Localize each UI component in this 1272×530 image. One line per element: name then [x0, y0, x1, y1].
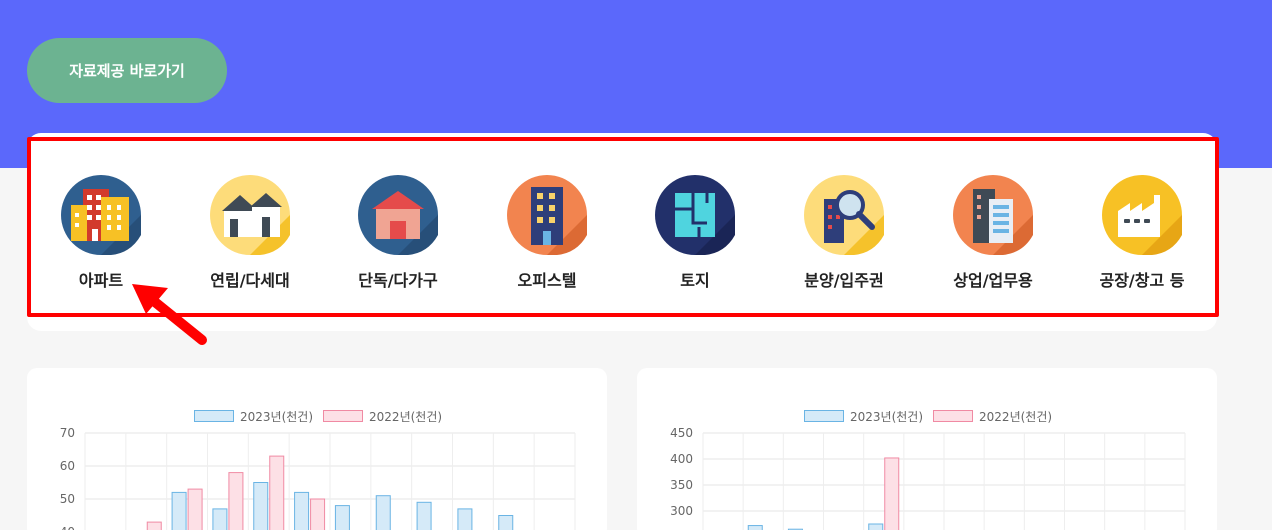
- bar-2022[interactable]: [228, 472, 244, 530]
- category-label: 공장/창고 등: [1099, 271, 1185, 290]
- chart-card-apartment: 70 60 50 40: [27, 368, 607, 530]
- row-house-icon: [210, 175, 290, 255]
- commercial-building-icon: [953, 175, 1033, 255]
- category-label: 상업/업무용: [953, 271, 1033, 290]
- category-label: 분양/입주권: [804, 271, 884, 290]
- category-label: 아파트: [78, 271, 124, 290]
- bar-2023[interactable]: [375, 495, 391, 530]
- y-tick-label: 350: [670, 478, 693, 492]
- pointer-arrow-icon: [132, 284, 207, 345]
- category-label: 토지: [680, 271, 710, 290]
- legend-item-2022[interactable]: 2022년(천건): [933, 408, 1052, 425]
- bar-2023[interactable]: [334, 505, 350, 530]
- bar-chart: 70 60 50 40: [60, 426, 576, 530]
- category-commercial[interactable]: 상업/업무용: [923, 175, 1063, 295]
- bar-2022[interactable]: [146, 521, 162, 530]
- y-tick-label: 300: [670, 504, 693, 518]
- presale-search-icon: [804, 175, 884, 255]
- chart-legend: 2023년(천건) 2022년(천건): [804, 408, 1062, 425]
- bar-2023[interactable]: [498, 515, 514, 530]
- bar-2023[interactable]: [457, 508, 473, 530]
- bar-chart: 450 400 350 300: [670, 426, 1186, 530]
- detached-house-icon: [358, 175, 438, 255]
- y-tick-label: 40: [60, 525, 75, 530]
- category-label: 오피스텔: [517, 271, 577, 290]
- bar-2023[interactable]: [212, 508, 228, 530]
- legend-label: 2023년(천건): [850, 409, 924, 424]
- legend-label: 2022년(천건): [979, 409, 1053, 424]
- bar-2022[interactable]: [884, 457, 900, 530]
- bar-2023[interactable]: [868, 523, 884, 530]
- land-icon: [655, 175, 735, 255]
- bar-2023[interactable]: [171, 491, 187, 530]
- bar-2022[interactable]: [187, 488, 203, 530]
- category-detached-house[interactable]: 단독/다가구: [328, 175, 468, 295]
- officetel-icon: [507, 175, 587, 255]
- factory-icon: [1102, 175, 1182, 255]
- chart-legend: 2023년(천건) 2022년(천건): [194, 408, 452, 425]
- legend-item-2023[interactable]: 2023년(천건): [804, 408, 923, 425]
- category-officetel[interactable]: 오피스텔: [477, 175, 617, 295]
- category-presale[interactable]: 분양/입주권: [774, 175, 914, 295]
- bar-2022[interactable]: [310, 498, 326, 530]
- data-provision-shortcut-button[interactable]: 자료제공 바로가기: [27, 38, 227, 103]
- category-land[interactable]: 토지: [625, 175, 765, 295]
- category-factory[interactable]: 공장/창고 등: [1072, 175, 1212, 295]
- bar-2023[interactable]: [416, 501, 432, 530]
- bar-2023[interactable]: [294, 491, 310, 530]
- bar-2023[interactable]: [747, 525, 763, 530]
- legend-item-2023[interactable]: 2023년(천건): [194, 408, 313, 425]
- legend-item-2022[interactable]: 2022년(천건): [323, 408, 442, 425]
- chart-card-row-house: 450 400 350 300: [637, 368, 1217, 530]
- category-label: 단독/다가구: [358, 271, 438, 290]
- apartment-icon: [61, 175, 141, 255]
- y-tick-label: 60: [60, 459, 75, 473]
- bar-2022[interactable]: [269, 455, 285, 530]
- legend-label: 2023년(천건): [240, 409, 314, 424]
- bar-2023[interactable]: [253, 482, 269, 530]
- y-tick-label: 50: [60, 492, 75, 506]
- y-tick-label: 70: [60, 426, 75, 440]
- y-tick-label: 450: [670, 426, 693, 440]
- legend-label: 2022년(천건): [369, 409, 443, 424]
- y-tick-label: 400: [670, 452, 693, 466]
- category-label: 연립/다세대: [210, 271, 290, 290]
